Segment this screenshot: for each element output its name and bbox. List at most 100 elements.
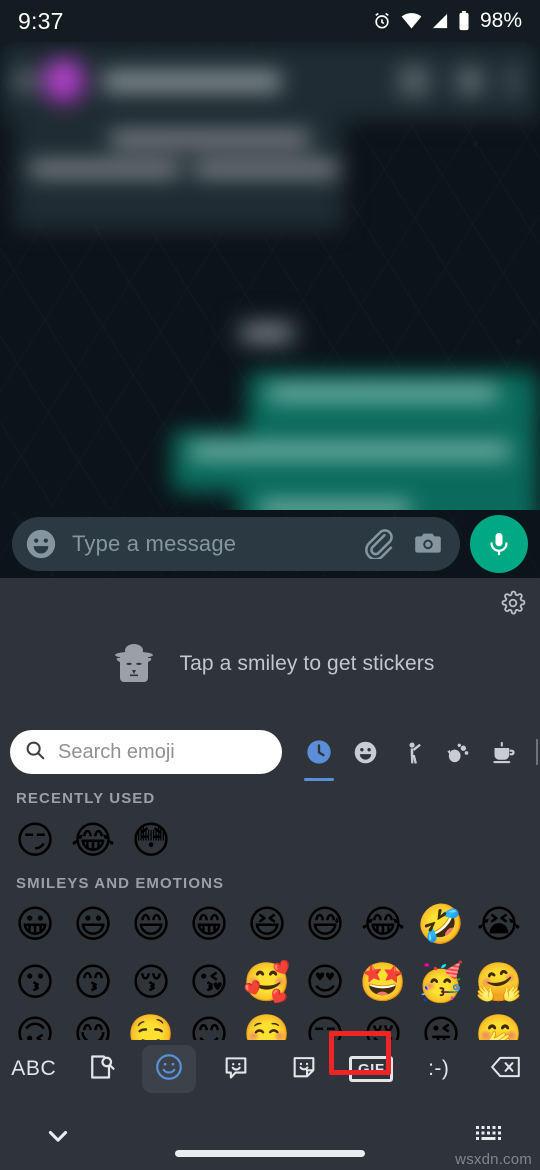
battery-percent: 98% [479,9,522,32]
overflow-menu-icon[interactable] [509,67,518,95]
emoji-category-tabs[interactable] [296,728,538,781]
emoji-tab-food-drink[interactable] [480,728,526,776]
emoji-row-recently-used[interactable]: 😏 😂 😳 [6,816,180,864]
paperclip-icon[interactable] [362,527,396,561]
system-navigation-bar: wsxdn.com [0,1098,540,1170]
emoji-tab-people[interactable] [388,728,434,776]
wifi-icon [401,13,422,29]
chevron-down-icon[interactable] [44,1122,72,1150]
home-indicator[interactable] [175,1150,365,1157]
emoji-row[interactable]: 😀 😃 😄 😁 😆 😅 😂 🤣 😭 [6,900,528,948]
section-label-recently-used: RECENTLY USED [16,790,156,807]
abc-key[interactable]: ABC [0,1040,68,1098]
status-bar: 9:37 98% [0,0,540,42]
active-tab-indicator [304,778,334,781]
emoji-cell[interactable]: 😳 [122,816,180,864]
message-bubble-incoming[interactable] [232,317,302,349]
search-icon [24,739,46,766]
emoji-cell[interactable]: 😁 [180,900,238,948]
emoji-cell[interactable]: 😅 [296,900,354,948]
emoji-cell[interactable]: 😚 [122,958,180,1006]
search-input[interactable]: Search emoji [10,730,282,774]
avatar[interactable] [42,58,86,104]
emoji-cell[interactable]: 😆 [238,900,296,948]
emoji-smiley-icon[interactable] [24,527,58,561]
keyboard-bottom-bar: ABC GIF:-) [0,1031,540,1098]
emoji-cell[interactable]: 😗 [6,958,64,1006]
status-icons: 98% [372,9,522,33]
emoji-cell[interactable]: 🤩 [354,958,412,1006]
sticker-bubble-icon [222,1053,250,1086]
emoji-cell[interactable]: 😃 [64,900,122,948]
emoji-cell[interactable]: 😂 [64,816,122,864]
gear-icon[interactable] [500,590,526,616]
emoji-cell[interactable]: 😏 [6,816,64,864]
emoji-key[interactable] [135,1040,203,1098]
keyboard-switcher-icon[interactable] [474,1122,504,1148]
emoji-cell[interactable]: 😍 [296,958,354,1006]
voice-record-button[interactable] [470,515,528,573]
coffee-cup-icon [492,741,515,763]
message-bubble-outgoing[interactable] [172,430,538,492]
person-icon [408,741,421,764]
phone-screen: 9:37 98% Type a message Tap a smiley to … [0,0,540,1170]
emoji-cell[interactable]: 😄 [122,900,180,948]
video-call-icon[interactable] [397,64,431,98]
cellular-signal-icon [431,13,449,29]
emoji-cell[interactable]: 😙 [64,958,122,1006]
message-input-bar: Type a message [0,510,540,578]
back-arrow-icon[interactable] [14,70,36,92]
cowboy-sticker-icon[interactable] [106,636,162,692]
message-bubble-outgoing[interactable] [248,372,538,434]
image-search-key[interactable] [68,1040,136,1098]
sticker-bubble-key[interactable] [203,1040,271,1098]
image-search-icon [86,1052,116,1087]
emoji-cell[interactable]: 😀 [6,900,64,948]
message-bubble-incoming[interactable] [14,120,344,230]
sticker-icon [290,1053,318,1086]
clock-icon [307,740,331,764]
emoji-cell[interactable]: 🥳 [412,958,470,1006]
voice-call-icon[interactable] [457,68,483,94]
contact-name [103,71,281,91]
chat-blurred-content [0,42,540,510]
search-placeholder: Search emoji [58,740,175,763]
emoji-search-row: Search emoji [0,728,540,781]
emoji-cell[interactable]: 😂 [354,900,412,948]
tab-scroll-divider [536,739,538,765]
battery-icon [458,11,470,31]
emoji-cell[interactable]: 🥰 [238,958,296,1006]
message-bubble-outgoing[interactable] [238,490,538,510]
chat-header-actions[interactable] [397,64,526,98]
emoji-tab-animals-nature[interactable] [434,728,480,776]
abc-key-label: ABC [11,1057,57,1080]
status-time: 9:37 [18,7,64,34]
gif-key-label: GIF [349,1056,394,1082]
emoji-cell[interactable]: 🤣 [412,900,470,948]
emoticon-key[interactable]: :-) [405,1040,473,1098]
backspace-key[interactable] [473,1040,540,1098]
emoji-cell[interactable]: 😘 [180,958,238,1006]
emoji-row[interactable]: 😗 😙 😚 😘 🥰 😍 🤩 🥳 🤗 [6,958,528,1006]
message-input-placeholder[interactable]: Type a message [72,531,346,557]
emoticon-key-label: :-) [428,1057,450,1080]
emoji-cell[interactable]: 🤗 [470,958,528,1006]
message-composer[interactable]: Type a message [12,517,460,571]
emoji-smiley-icon [154,1052,184,1087]
microphone-icon [490,532,508,556]
sticker-suggestion-strip: Tap a smiley to get stickers [0,578,540,710]
sticker-suggestion-row[interactable]: Tap a smiley to get stickers [0,634,540,694]
smiley-icon [354,741,376,763]
animals-nature-icon [446,743,468,762]
sticker-suggestion-text: Tap a smiley to get stickers [179,652,435,675]
sticker-key[interactable] [270,1040,338,1098]
emoji-picker-panel: Search emoji RECENTLY USED 😏 😂 😳 SMILEYS… [0,710,540,1053]
gif-key[interactable]: GIF [328,1031,406,1098]
chat-header[interactable] [0,42,540,120]
emoji-tab-recently-used[interactable] [296,728,342,781]
emoji-cell[interactable]: 😭 [470,900,528,948]
watermark: wsxdn.com [455,1151,532,1168]
camera-icon[interactable] [412,527,446,561]
emoji-tab-smileys[interactable] [342,728,388,776]
chat-conversation-area [0,42,540,510]
